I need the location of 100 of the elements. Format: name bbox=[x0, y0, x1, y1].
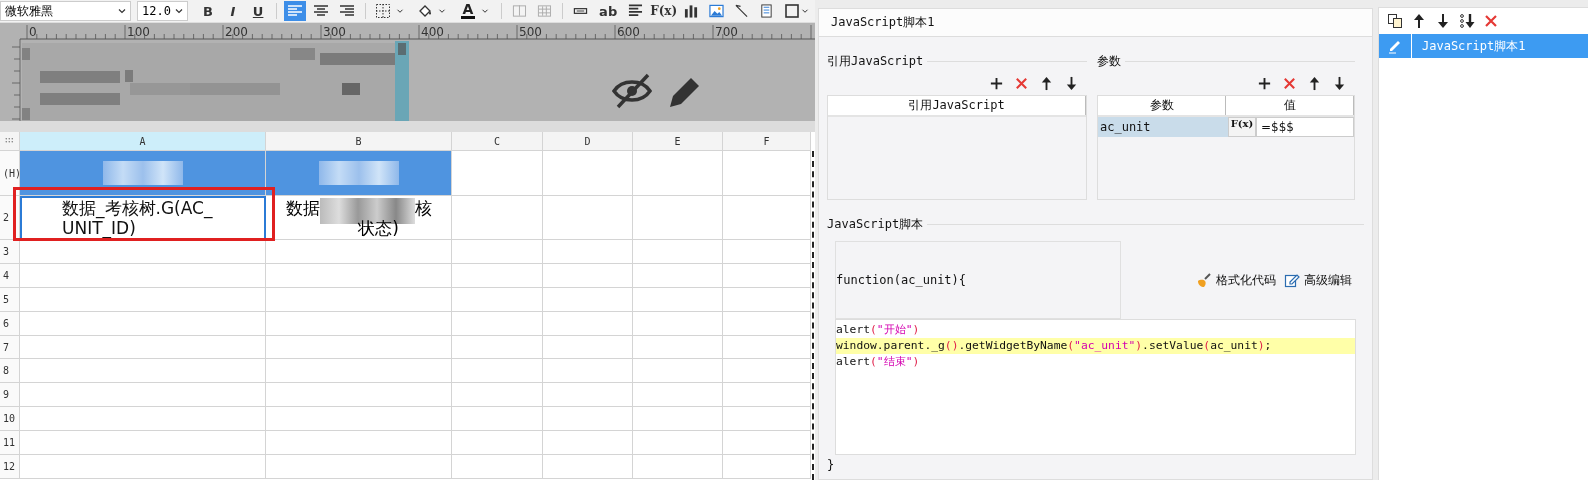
table-cell[interactable] bbox=[266, 335, 452, 360]
table-cell[interactable] bbox=[723, 407, 811, 432]
header-cell[interactable] bbox=[266, 151, 452, 196]
table-cell[interactable] bbox=[452, 335, 543, 360]
table-cell[interactable] bbox=[543, 240, 633, 264]
table-cell[interactable] bbox=[20, 240, 266, 264]
code-editor[interactable]: alert("开始") window.parent._g().getWidgetByName("ac_unit").setValue(ac_unit); alert("结束") bbox=[835, 319, 1356, 455]
italic-button[interactable]: I bbox=[222, 1, 244, 21]
table-cell[interactable] bbox=[723, 287, 811, 312]
table-cell[interactable] bbox=[452, 455, 543, 479]
header-cell[interactable] bbox=[20, 151, 266, 196]
table-cell[interactable] bbox=[633, 263, 723, 288]
row-header[interactable]: 11 bbox=[0, 431, 20, 455]
table-cell[interactable] bbox=[543, 431, 633, 455]
table-cell[interactable] bbox=[723, 311, 811, 336]
move-to-bottom-icon[interactable] bbox=[1459, 13, 1475, 29]
table-cell[interactable] bbox=[452, 287, 543, 312]
table-cell[interactable]: 数据_考核树.G(AC_UNIT_ID) bbox=[20, 196, 266, 240]
arrow-down-icon[interactable] bbox=[1064, 76, 1079, 91]
table-cell[interactable] bbox=[723, 151, 811, 196]
table-cell[interactable] bbox=[723, 359, 811, 384]
table-cell[interactable] bbox=[633, 311, 723, 336]
document-icon[interactable] bbox=[759, 3, 774, 19]
table-cell[interactable] bbox=[266, 240, 452, 264]
formula-button[interactable]: F(x) bbox=[650, 1, 678, 21]
arrow-up-icon[interactable] bbox=[1307, 76, 1322, 91]
font-size-select[interactable]: 12.0 bbox=[136, 1, 188, 21]
table-cell[interactable] bbox=[20, 263, 266, 288]
table-cell[interactable] bbox=[266, 407, 452, 432]
row-header[interactable]: 12 bbox=[0, 455, 20, 479]
table-cell[interactable] bbox=[543, 407, 633, 432]
row-header[interactable]: 3 bbox=[0, 240, 20, 264]
table-cell[interactable] bbox=[723, 335, 811, 360]
row-header[interactable]: 9 bbox=[0, 383, 20, 408]
align-button[interactable] bbox=[283, 1, 306, 21]
row-header[interactable]: 5 bbox=[0, 287, 20, 312]
table-cell[interactable] bbox=[543, 263, 633, 288]
table-cell[interactable] bbox=[20, 383, 266, 408]
pencil-icon[interactable] bbox=[670, 78, 699, 107]
table-cell[interactable] bbox=[452, 431, 543, 455]
table-cell[interactable] bbox=[20, 431, 266, 455]
table-cell[interactable] bbox=[723, 455, 811, 479]
table-cell[interactable] bbox=[543, 151, 633, 196]
row-header[interactable]: 4 bbox=[0, 263, 20, 288]
table-cell[interactable] bbox=[452, 407, 543, 432]
column-header[interactable]: C bbox=[452, 132, 543, 151]
table-cell[interactable] bbox=[20, 359, 266, 384]
text-widget-button[interactable]: ab bbox=[595, 1, 622, 21]
table-cell[interactable] bbox=[266, 359, 452, 384]
table-cell[interactable] bbox=[20, 287, 266, 312]
table-cell[interactable] bbox=[452, 196, 543, 240]
table-cell[interactable] bbox=[266, 455, 452, 479]
table-cell[interactable] bbox=[452, 383, 543, 408]
table-cell[interactable] bbox=[543, 311, 633, 336]
table-cell[interactable] bbox=[633, 455, 723, 479]
table-cell[interactable] bbox=[723, 196, 811, 240]
arrow-up-icon[interactable] bbox=[1411, 13, 1427, 29]
value-field[interactable]: =$$$ bbox=[1256, 117, 1354, 137]
column-header[interactable]: B bbox=[266, 132, 452, 151]
font-select[interactable]: 微软雅黑 bbox=[0, 1, 132, 21]
table-cell[interactable] bbox=[633, 287, 723, 312]
column-header[interactable]: D bbox=[543, 132, 633, 151]
table-cell[interactable] bbox=[633, 335, 723, 360]
add-icon[interactable] bbox=[989, 76, 1004, 91]
table-cell[interactable] bbox=[543, 335, 633, 360]
table-cell[interactable] bbox=[633, 151, 723, 196]
table-cell[interactable] bbox=[452, 263, 543, 288]
table-cell[interactable] bbox=[266, 383, 452, 408]
arrow-down-icon[interactable] bbox=[1332, 76, 1347, 91]
border-icon[interactable] bbox=[374, 3, 391, 19]
table-cell[interactable] bbox=[633, 196, 723, 240]
format-code-button[interactable]: 格式化代码 bbox=[1196, 271, 1276, 289]
add-icon[interactable] bbox=[1257, 76, 1272, 91]
table-cell[interactable] bbox=[633, 383, 723, 408]
formula-button[interactable]: F(x) bbox=[1228, 117, 1256, 137]
row-header[interactable]: 7 bbox=[0, 335, 20, 360]
table-cell[interactable] bbox=[723, 240, 811, 264]
param-name[interactable]: ac_unit bbox=[1098, 117, 1228, 137]
table-cell[interactable] bbox=[723, 263, 811, 288]
table-cell[interactable] bbox=[543, 383, 633, 408]
advanced-edit-button[interactable]: 高级编辑 bbox=[1284, 271, 1352, 289]
column-header[interactable]: F bbox=[723, 132, 811, 151]
image-icon[interactable] bbox=[709, 3, 725, 19]
column-header[interactable]: A bbox=[20, 132, 266, 151]
table-cell[interactable] bbox=[266, 431, 452, 455]
table-cell[interactable] bbox=[452, 151, 543, 196]
table-cell[interactable] bbox=[543, 287, 633, 312]
arrow-up-icon[interactable] bbox=[1039, 76, 1054, 91]
delete-icon[interactable] bbox=[1282, 76, 1297, 91]
table-cell[interactable] bbox=[543, 359, 633, 384]
slash-line-icon[interactable] bbox=[734, 3, 750, 19]
table-cell[interactable] bbox=[633, 359, 723, 384]
table-cell[interactable] bbox=[633, 240, 723, 264]
delete-icon[interactable] bbox=[1483, 13, 1499, 29]
eye-slash-icon[interactable] bbox=[612, 73, 652, 109]
table-cell[interactable] bbox=[266, 311, 452, 336]
table-cell[interactable] bbox=[633, 407, 723, 432]
table-cell[interactable] bbox=[20, 407, 266, 432]
row-header[interactable]: (H) bbox=[0, 151, 20, 196]
table-cell[interactable] bbox=[452, 311, 543, 336]
